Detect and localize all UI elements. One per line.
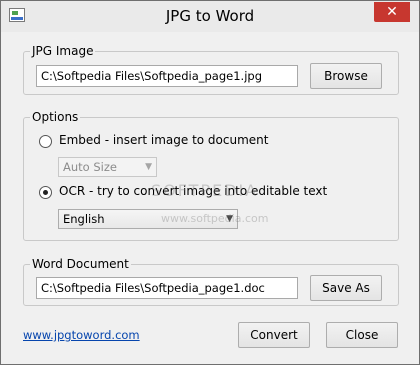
title-bar: JPG to Word ✕ — [1, 1, 419, 32]
embed-radio[interactable] — [39, 135, 52, 148]
browse-button[interactable]: Browse — [310, 63, 382, 89]
embed-size-select: Auto Size ▼ — [58, 157, 157, 177]
jpg-path-input[interactable]: C:\Softpedia Files\Softpedia_page1.jpg — [36, 65, 298, 87]
embed-size-value: Auto Size — [63, 160, 117, 174]
ocr-radio[interactable] — [39, 186, 52, 199]
convert-button[interactable]: Convert — [238, 322, 310, 348]
close-button[interactable]: Close — [326, 322, 398, 348]
word-document-legend: Word Document — [32, 257, 129, 271]
jpg-image-legend: JPG Image — [32, 44, 94, 58]
watermark-url: www.softpedia.com — [161, 212, 269, 225]
website-link[interactable]: www.jpgtoword.com — [23, 328, 140, 342]
embed-radio-label[interactable]: Embed - insert image to document — [59, 133, 268, 147]
doc-path-input[interactable]: C:\Softpedia Files\Softpedia_page1.doc — [36, 277, 298, 299]
close-icon: ✕ — [386, 4, 398, 20]
ocr-language-value: English — [63, 212, 105, 226]
watermark-logo: SOFTPEDIA — [151, 181, 259, 200]
options-legend: Options — [32, 110, 79, 124]
app-window: JPG to Word ✕ JPG Image C:\Softpedia Fil… — [0, 0, 420, 365]
window-title: JPG to Word — [165, 7, 255, 25]
close-window-button[interactable]: ✕ — [374, 2, 410, 22]
chevron-down-icon: ▼ — [145, 162, 152, 172]
save-as-button[interactable]: Save As — [310, 275, 382, 301]
